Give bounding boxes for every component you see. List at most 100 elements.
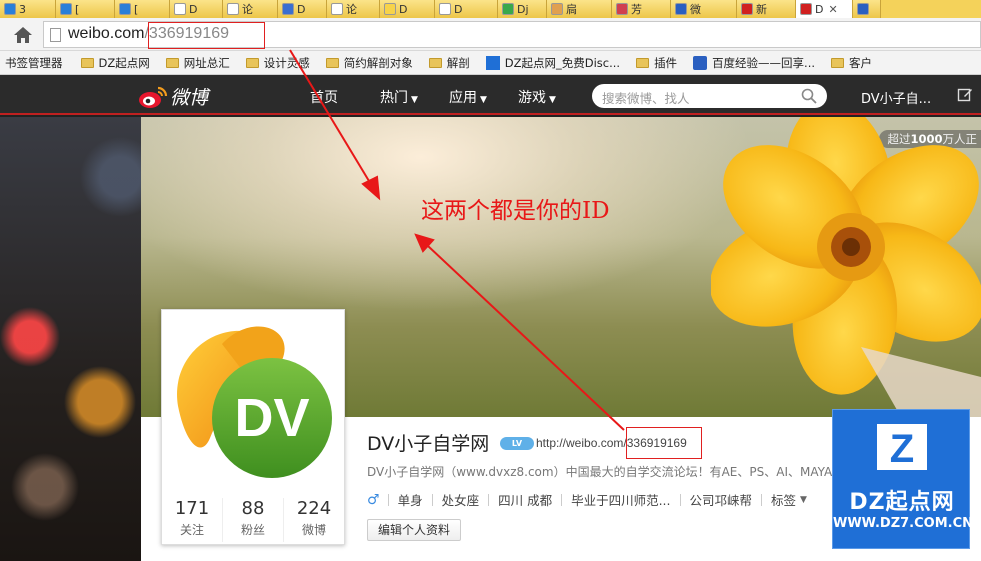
profile-tag[interactable]: 单身 xyxy=(398,490,423,509)
bookmark-item[interactable]: 插件 xyxy=(636,55,677,71)
tab-favicon-icon xyxy=(857,3,869,15)
annotation-text: 这两个都是你的ID xyxy=(421,198,610,224)
home-icon[interactable] xyxy=(13,26,33,44)
bookmark-label: 客户 xyxy=(849,55,873,70)
dz-logo-letter: Z xyxy=(890,427,914,470)
tab-title: 论 xyxy=(242,3,253,16)
avatar[interactable]: DV xyxy=(172,318,335,481)
browser-tab[interactable]: D ✕ xyxy=(796,0,853,18)
browser-tab[interactable]: 新 xyxy=(737,0,796,18)
browser-tab[interactable]: 3 xyxy=(0,0,56,18)
profile-tag[interactable]: 处女座 xyxy=(442,490,480,509)
bookmark-item[interactable]: DZ起点网_免费Disc... xyxy=(485,55,620,71)
browser-tab[interactable]: D xyxy=(435,0,498,18)
chevron-down-icon: ▼ xyxy=(549,95,556,105)
profile-tag[interactable]: 标签 xyxy=(771,490,796,509)
bookmark-label: DZ起点网 xyxy=(98,55,150,70)
browser-tab[interactable]: D xyxy=(278,0,327,18)
browser-tab[interactable]: D xyxy=(170,0,223,18)
tab-favicon-icon xyxy=(227,3,239,15)
weibo-eye-icon xyxy=(139,86,168,108)
nav-apps[interactable]: 应用 ▼ xyxy=(449,87,487,107)
stat-label: 粉丝 xyxy=(240,523,265,537)
tab-title: Dj xyxy=(517,2,529,16)
nav-hot[interactable]: 热门 ▼ xyxy=(380,87,418,107)
search-input[interactable]: 搜索微博、找人 xyxy=(592,84,827,108)
tab-favicon-icon xyxy=(800,3,812,15)
compose-icon[interactable] xyxy=(957,87,973,103)
tab-favicon-icon xyxy=(4,3,16,15)
annotation-box-url xyxy=(148,22,265,49)
tab-close-icon[interactable]: ✕ xyxy=(828,3,837,16)
dz-icon xyxy=(485,55,500,70)
profile-stats: 171 关注 88 粉丝 224 微博 xyxy=(162,498,344,542)
male-gender-icon: ♂ xyxy=(367,491,380,508)
weibo-logo[interactable]: 微博 xyxy=(138,83,208,110)
profile-tags: ♂ 单身 处女座 四川 成都 毕业于四川师范... 公司邛崃帮 标签 ▼ xyxy=(367,490,807,509)
bookmark-label: 书签管理器 xyxy=(5,55,63,70)
chevron-down-icon: ▼ xyxy=(411,95,418,105)
bookmark-item[interactable]: 简约解剖对象 xyxy=(325,55,413,71)
bookmark-item[interactable]: 解剖 xyxy=(428,55,470,71)
bookmark-label: 设计灵感 xyxy=(263,55,310,70)
tab-favicon-icon xyxy=(741,3,753,15)
bookmark-item[interactable]: 设计灵感 xyxy=(245,55,310,71)
chevron-down-icon: ▼ xyxy=(480,95,487,105)
browser-tab[interactable]: 扃 xyxy=(547,0,612,18)
profile-tag[interactable]: 四川 成都 xyxy=(498,490,552,509)
nav-games-label: 游戏 xyxy=(518,90,546,106)
page-icon xyxy=(50,28,61,42)
browser-tab[interactable]: [ xyxy=(56,0,115,18)
browser-tab[interactable]: D xyxy=(380,0,435,18)
tab-title: 芳 xyxy=(631,3,642,16)
tag-divider xyxy=(561,493,563,506)
tag-divider xyxy=(431,493,433,506)
bookmark-item[interactable]: 书签管理器 xyxy=(5,55,63,71)
profile-tag[interactable]: 公司邛崃帮 xyxy=(690,490,753,509)
edit-profile-button[interactable]: 编辑个人资料 xyxy=(367,519,461,541)
browser-tab[interactable]: [ xyxy=(115,0,170,18)
url-domain: weibo.com xyxy=(68,25,145,42)
tab-title: 新 xyxy=(756,3,767,16)
tab-favicon-icon xyxy=(331,3,343,15)
browser-tab[interactable]: 论 xyxy=(327,0,380,18)
bookmark-item[interactable]: DZ起点网 xyxy=(80,55,150,71)
tab-favicon-icon xyxy=(502,3,514,15)
browser-tab[interactable]: 论 xyxy=(223,0,278,18)
nav-games[interactable]: 游戏 ▼ xyxy=(518,87,556,107)
stat-label: 关注 xyxy=(179,523,204,537)
bookmark-label: 简约解剖对象 xyxy=(343,55,413,70)
tab-title: D xyxy=(189,2,198,16)
bookmark-item[interactable]: 客户 xyxy=(831,55,872,71)
tab-favicon-icon xyxy=(282,3,294,15)
folder-icon xyxy=(428,57,442,68)
level-badge[interactable]: LV xyxy=(500,437,534,450)
tab-title: [ xyxy=(134,2,139,16)
bookmark-item[interactable]: 百度经验——回享... xyxy=(693,55,815,71)
browser-tab[interactable]: 微 xyxy=(671,0,737,18)
browser-tab[interactable]: 芳 xyxy=(612,0,671,18)
profile-url-domain: http://weibo.com/ xyxy=(536,436,627,450)
weibo-top-nav: 微博 首页 热门 ▼ 应用 ▼ 游戏 ▼ 搜索微博、找人 DV小子自... xyxy=(0,75,981,115)
nav-home[interactable]: 首页 xyxy=(310,87,338,107)
tab-favicon-icon xyxy=(174,3,186,15)
profile-stat-1[interactable]: 88 粉丝 xyxy=(223,498,284,542)
browser-tab[interactable]: Dj xyxy=(498,0,547,18)
profile-tag[interactable]: 毕业于四川师范... xyxy=(571,490,670,509)
profile-stat-0[interactable]: 171 关注 xyxy=(162,498,223,542)
user-name-link[interactable]: DV小子自... xyxy=(861,88,931,107)
avatar-text: DV xyxy=(234,388,309,448)
tab-favicon-icon xyxy=(384,3,396,15)
tab-title: D xyxy=(815,2,824,16)
tag-divider xyxy=(679,493,681,506)
profile-stat-2[interactable]: 224 微博 xyxy=(284,498,344,542)
search-icon[interactable] xyxy=(801,88,817,104)
tag-divider xyxy=(488,493,490,506)
yellow-flower-image xyxy=(711,117,981,417)
browser-tab[interactable] xyxy=(853,0,881,18)
stat-number: 224 xyxy=(296,498,332,519)
bookmark-item[interactable]: 网址总汇 xyxy=(165,55,230,71)
folder-icon xyxy=(165,57,179,68)
tab-favicon-icon xyxy=(675,3,687,15)
tab-favicon-icon xyxy=(119,3,131,15)
